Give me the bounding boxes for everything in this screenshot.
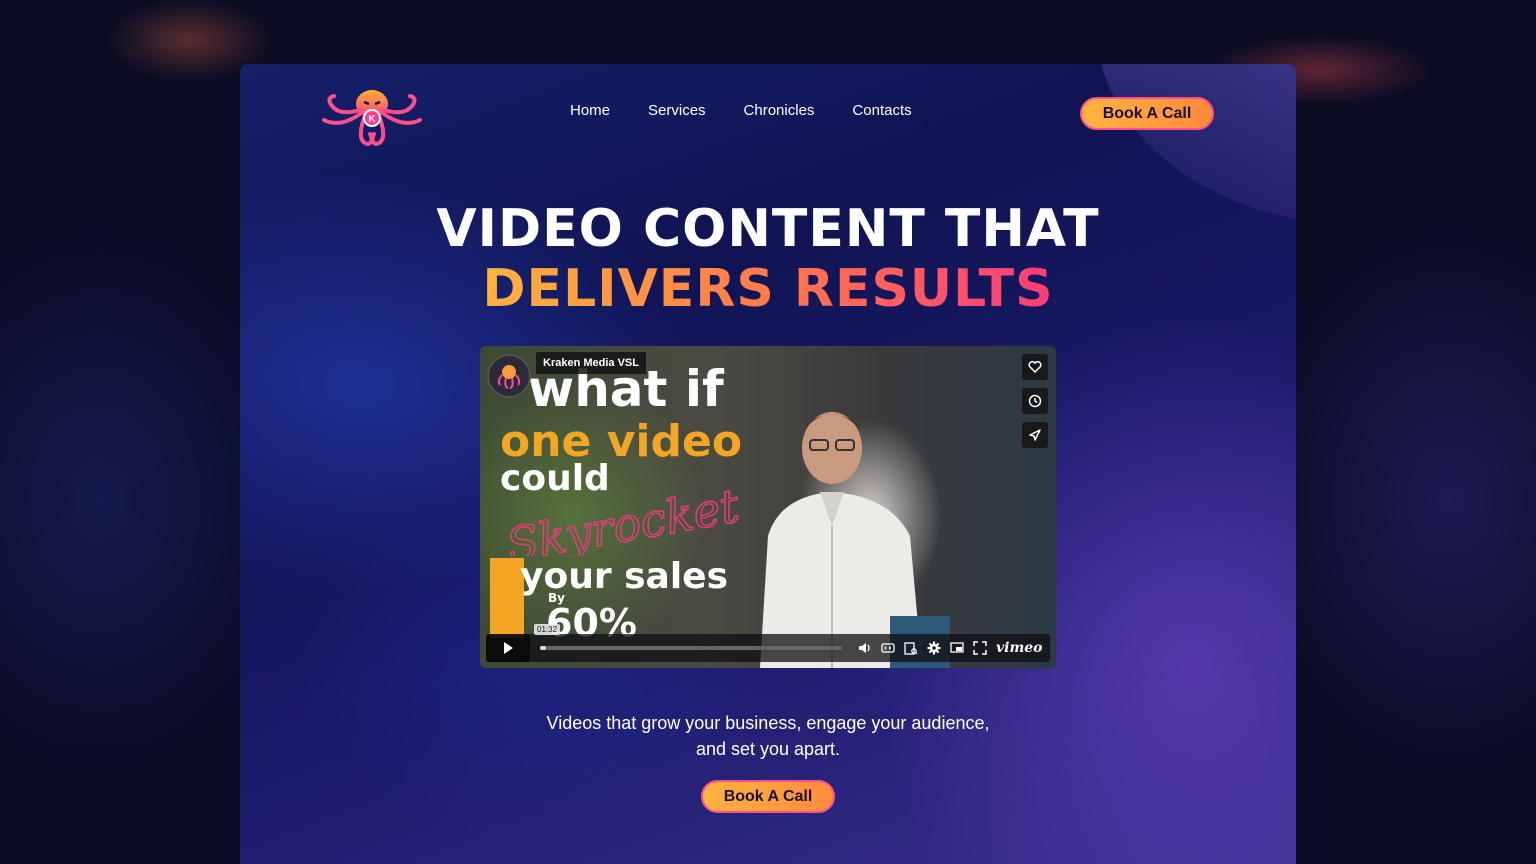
hero-subtitle: Videos that grow your business, engage y…: [546, 713, 990, 759]
octopus-logo[interactable]: K: [320, 76, 424, 152]
video-player[interactable]: what if one video could Skyrocket your s…: [480, 346, 1056, 668]
headline-line-2: DELIVERS RESULTS: [482, 259, 1054, 319]
vimeo-logo[interactable]: vimeo: [996, 640, 1043, 656]
transcript-icon[interactable]: [904, 641, 918, 655]
progress-bar[interactable]: 01:32: [534, 624, 842, 650]
play-icon[interactable]: [486, 634, 530, 662]
control-icons: vimeo: [858, 640, 1043, 656]
video-side-actions: [1022, 354, 1048, 448]
svg-text:Skyrocket: Skyrocket: [503, 478, 744, 556]
settings-gear-icon[interactable]: [927, 641, 941, 655]
volume-icon[interactable]: [858, 641, 872, 655]
overlay-accent-bar: [490, 558, 524, 638]
nav-chronicles[interactable]: Chronicles: [744, 102, 815, 119]
hero-headline: VIDEO CONTENT THAT DELIVERS RESULTS: [240, 199, 1296, 331]
presenter-figure: [760, 412, 950, 668]
logo-letter: K: [368, 114, 376, 125]
overlay-script-word: Skyrocket: [502, 478, 744, 556]
site-header: K Home Services Chronicles Contacts Book…: [240, 64, 1296, 164]
captions-icon[interactable]: [881, 641, 895, 655]
nav-services[interactable]: Services: [648, 102, 706, 119]
main-nav: Home Services Chronicles Contacts: [570, 102, 912, 119]
video-controls: 01:32 vimeo: [486, 624, 1050, 662]
book-a-call-button-hero[interactable]: Book A Call: [701, 780, 835, 813]
fullscreen-icon[interactable]: [973, 641, 987, 655]
video-title[interactable]: Kraken Media VSL: [536, 352, 646, 374]
heart-icon[interactable]: [1022, 354, 1048, 380]
landing-page: K Home Services Chronicles Contacts Book…: [240, 64, 1296, 864]
nav-contacts[interactable]: Contacts: [852, 102, 911, 119]
book-a-call-button-header[interactable]: Book A Call: [1080, 97, 1214, 130]
send-icon[interactable]: [1022, 422, 1048, 448]
progress-fill: [540, 646, 547, 650]
clock-icon[interactable]: [1022, 388, 1048, 414]
time-tooltip: 01:32: [534, 624, 561, 635]
channel-avatar[interactable]: [487, 354, 531, 398]
picture-in-picture-icon[interactable]: [950, 641, 964, 655]
nav-home[interactable]: Home: [570, 102, 610, 119]
headline-line-1: VIDEO CONTENT THAT: [436, 199, 1100, 259]
